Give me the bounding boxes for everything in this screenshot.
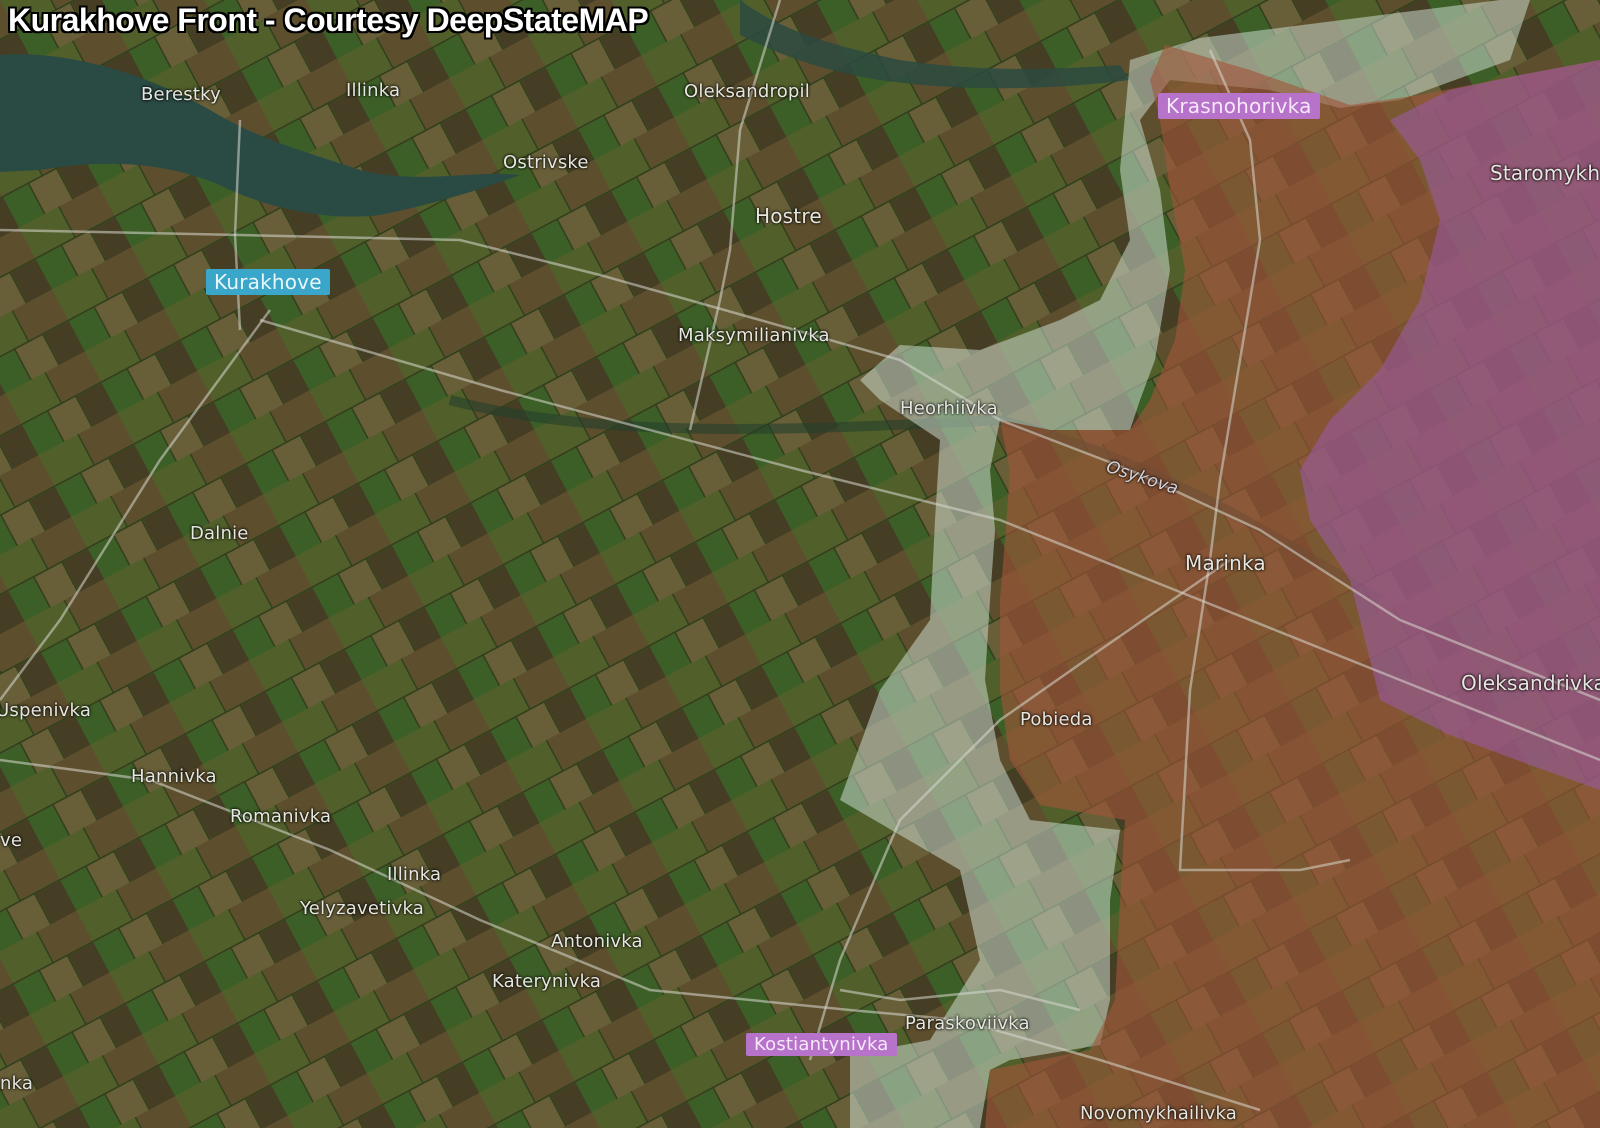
place-label-pobieda: Pobieda xyxy=(1020,709,1093,730)
satellite-map[interactable] xyxy=(0,0,1600,1128)
place-label-kostiantynivka: Kostiantynivka xyxy=(746,1033,897,1056)
map-title: Kurakhove Front - Courtesy DeepStateMAP xyxy=(8,2,649,38)
place-label-illinka-south: Illinka xyxy=(387,864,442,885)
place-label-illinka-north: Illinka xyxy=(346,80,401,101)
place-label-hannivka: Hannivka xyxy=(131,766,217,787)
place-label-staromykh: Staromykh xyxy=(1490,161,1600,185)
place-label-krasnohorivka: Krasnohorivka xyxy=(1158,93,1320,119)
place-label-ostrivske: Ostrivske xyxy=(503,152,589,173)
place-label-maksymilianivka: Maksymilianivka xyxy=(678,325,830,346)
place-label-paraskoviivka: Paraskoviivka xyxy=(905,1013,1030,1034)
place-label-romanivka: Romanivka xyxy=(230,806,332,827)
place-label-hostre: Hostre xyxy=(755,204,822,228)
place-label-antonivka: Antonivka xyxy=(551,931,643,952)
place-label-berestky: Berestky xyxy=(141,84,221,105)
place-label-ve: ve xyxy=(0,830,23,851)
place-label-uspenivka: Uspenivka xyxy=(0,700,92,721)
place-label-nka: nka xyxy=(0,1073,34,1094)
place-label-marinka: Marinka xyxy=(1185,551,1266,575)
place-label-oleksandrivka: Oleksandrivka xyxy=(1461,671,1600,695)
place-label-kurakhove: Kurakhove xyxy=(206,269,330,295)
place-label-oleksandropil: Oleksandropil xyxy=(684,81,810,102)
place-label-novomykhailivka: Novomykhailivka xyxy=(1080,1103,1237,1124)
place-label-katerynivka: Katerynivka xyxy=(492,971,602,992)
place-label-yelyzavetivka: Yelyzavetivka xyxy=(300,898,424,919)
place-label-heorhiivka: Heorhiivka xyxy=(900,398,998,419)
place-label-dalnie: Dalnie xyxy=(190,523,249,544)
